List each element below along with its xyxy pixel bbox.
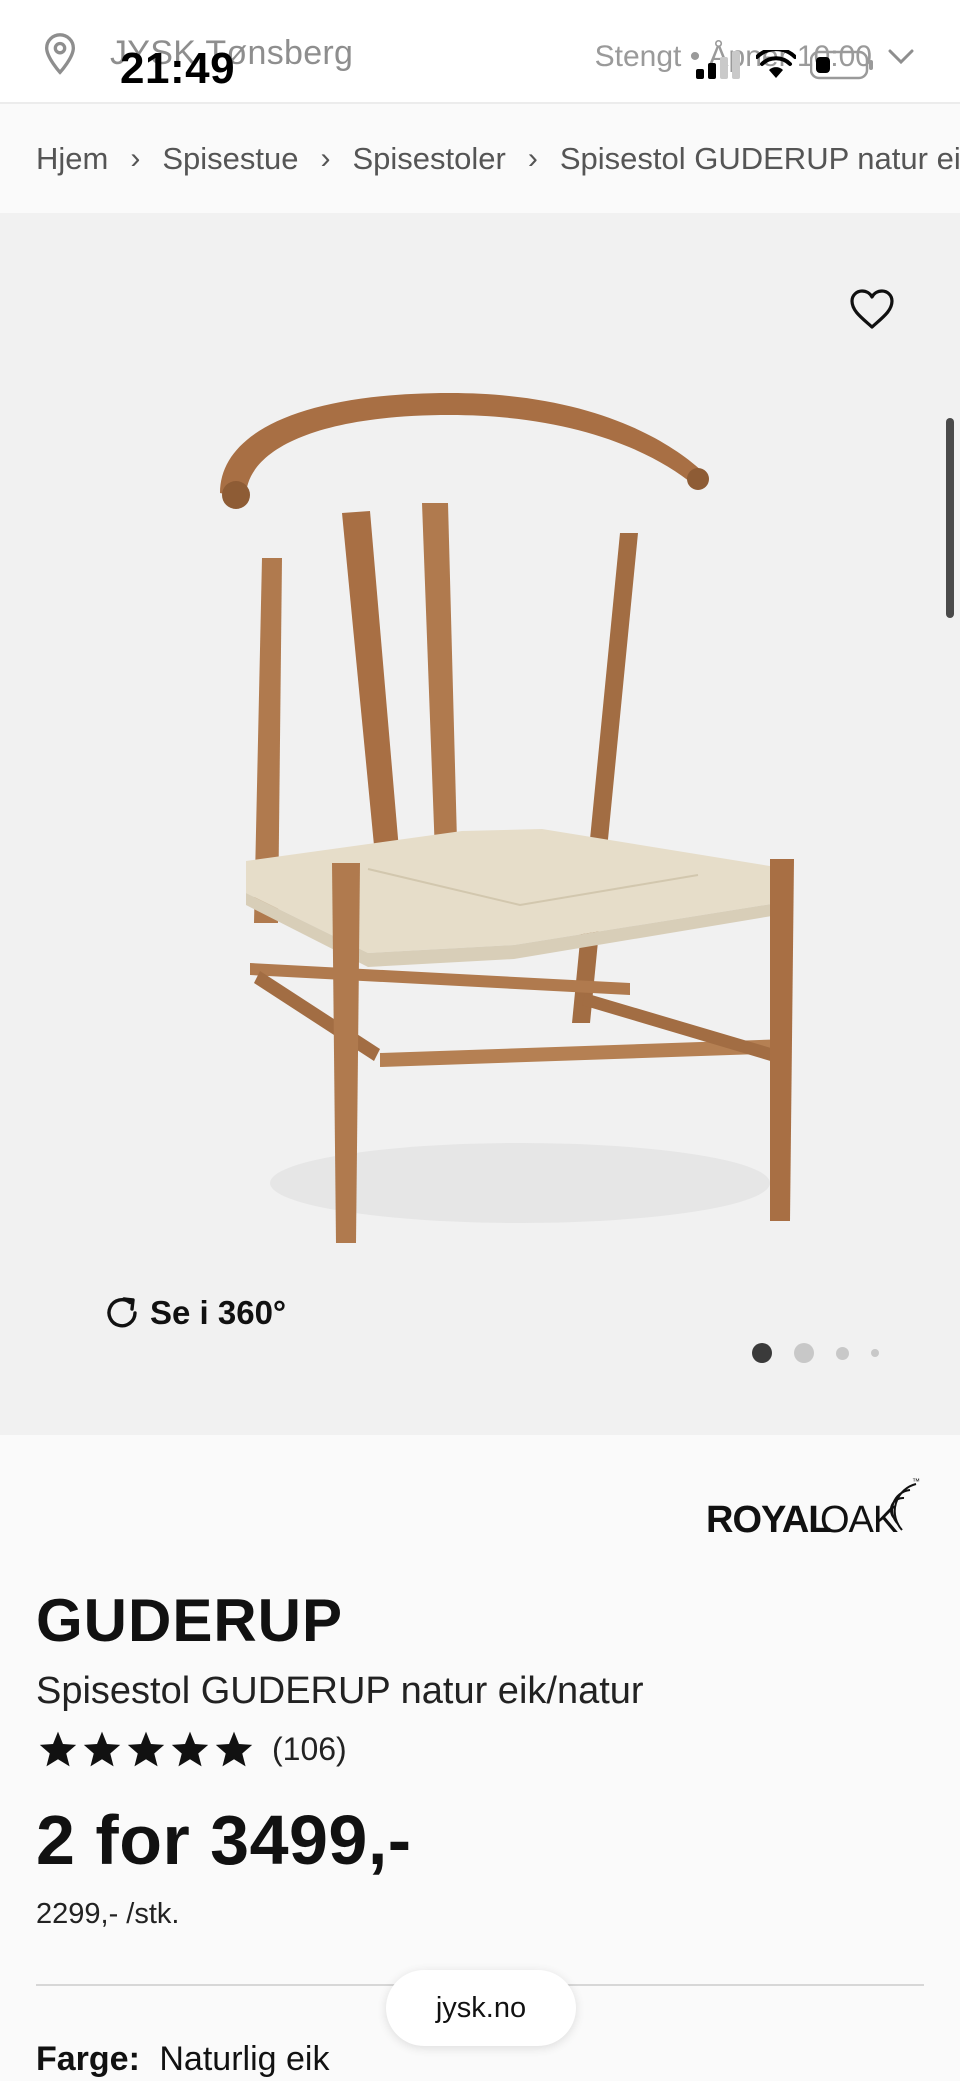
breadcrumb-separator: › [130, 142, 141, 175]
star-icon [215, 1731, 253, 1767]
breadcrumb: Hjem › Spisestue › Spisestoler › Spisest… [0, 106, 960, 212]
browser-address-bar[interactable]: jysk.no [386, 1970, 576, 2046]
breadcrumb-current-product: Spisestol GUDERUP natur eik/natur [559, 141, 960, 176]
color-value: Naturlig eik [159, 2040, 330, 2078]
favorite-heart-icon[interactable] [848, 287, 896, 331]
brand-logo[interactable]: ROYAL OAK ™ [706, 1474, 922, 1544]
rating-stars [38, 1730, 254, 1768]
location-pin-icon [44, 33, 76, 75]
page-scrollbar[interactable] [946, 418, 954, 618]
star-icon [39, 1731, 77, 1767]
view-360-label: Se i 360° [150, 1294, 287, 1331]
wifi-icon [756, 50, 796, 78]
gallery-dot-4[interactable] [871, 1349, 879, 1357]
product-image-gallery[interactable]: Se i 360° [0, 213, 960, 1435]
battery-icon [810, 50, 873, 80]
gallery-dot-1[interactable] [752, 1343, 772, 1363]
status-icons [696, 50, 874, 80]
product-price: 2 for 3499,- [36, 1801, 412, 1879]
svg-text:OAK: OAK [820, 1499, 898, 1541]
breadcrumb-dining-chairs[interactable]: Spisestoler [352, 141, 505, 177]
rotate-icon [107, 1297, 137, 1328]
status-time: 21:49 [120, 44, 236, 93]
star-icon [171, 1731, 209, 1767]
product-title: GUDERUP [36, 1587, 344, 1654]
svg-text:™: ™ [912, 1477, 920, 1486]
gallery-pagination [752, 1343, 879, 1363]
product-image [220, 393, 794, 1243]
unit-price: 2299,- /stk. [36, 1898, 180, 1930]
review-count[interactable]: (106) [272, 1731, 347, 1768]
store-bar[interactable]: JYSK Tønsberg Stengt • Åpner 10:00 21:49 [0, 0, 960, 104]
breadcrumb-home[interactable]: Hjem [36, 141, 108, 177]
product-description: Spisestol GUDERUP natur eik/natur [36, 1670, 644, 1712]
star-icon [83, 1731, 121, 1767]
color-selector[interactable]: Farge: Naturlig eik [36, 2040, 329, 2079]
breadcrumb-separator: › [527, 142, 538, 175]
breadcrumb-separator: › [320, 142, 331, 175]
chevron-down-icon[interactable] [886, 46, 916, 68]
view-360-button[interactable]: Se i 360° [102, 1293, 286, 1333]
color-label: Farge: [36, 2040, 140, 2078]
star-icon [127, 1731, 165, 1767]
svg-text:ROYAL: ROYAL [706, 1499, 831, 1541]
breadcrumb-dining-room[interactable]: Spisestue [162, 141, 298, 177]
gallery-dot-2[interactable] [794, 1343, 814, 1363]
gallery-dot-3[interactable] [836, 1346, 849, 1360]
cellular-signal-icon [696, 51, 740, 79]
product-rating[interactable]: (106) [38, 1730, 347, 1768]
